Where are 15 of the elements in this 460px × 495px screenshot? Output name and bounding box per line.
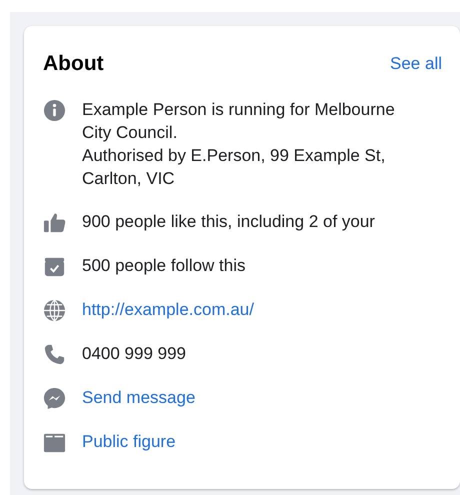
about-link[interactable]: http://example.com.au/: [82, 298, 254, 320]
about-link[interactable]: Public figure: [82, 430, 176, 452]
info-icon: [43, 98, 66, 122]
about-link[interactable]: Send message: [82, 386, 196, 408]
see-all-link[interactable]: See all: [390, 51, 442, 76]
phone-icon: [43, 342, 66, 366]
about-text: 900 people like this, including 2 of your: [82, 210, 376, 232]
about-text: 0400 999 999: [82, 342, 187, 364]
about-text: 500 people follow this: [82, 254, 247, 276]
globe-icon: [43, 298, 66, 322]
thumbs-up-icon: [43, 210, 66, 234]
about-text: Example Person is running for Melbourne City Council.: [82, 98, 396, 144]
chat-bubble-icon: [43, 386, 66, 410]
about-text: Authorised by E.Person, 99 Example St, Carlton, VIC: [82, 144, 386, 190]
card-title: About: [43, 51, 104, 77]
